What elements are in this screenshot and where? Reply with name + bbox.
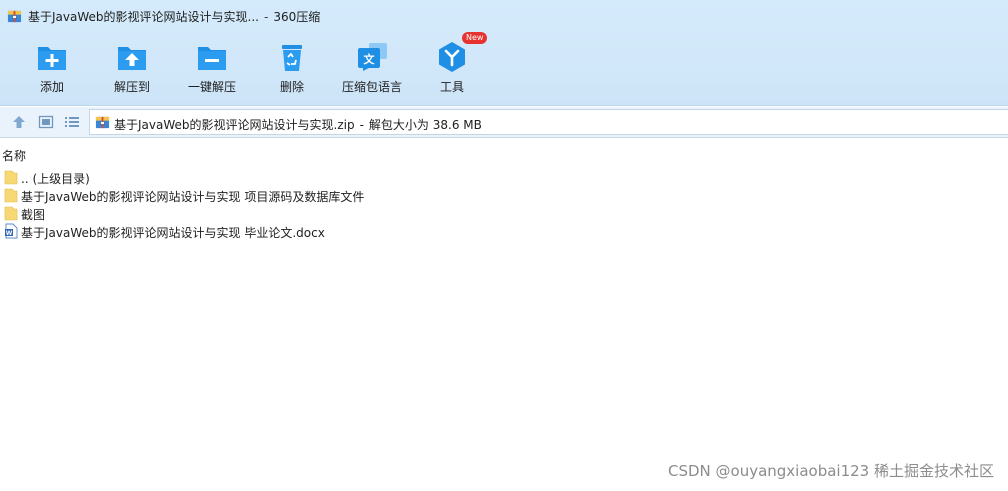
archive-language-label: 压缩包语言: [341, 80, 402, 94]
window-title: 基于JavaWeb的影视评论网站设计与实现... -360压缩: [28, 8, 320, 25]
archive-language-icon: 文: [358, 43, 387, 71]
list-item-folder[interactable]: 基于JavaWeb的影视评论网站设计与实现 项目源码及数据库文件: [0, 186, 1008, 204]
one-click-extract-label: 一键解压: [187, 80, 236, 94]
zip-archive-icon: [7, 10, 22, 23]
folder-icon: [4, 170, 18, 185]
file-name: 基于JavaWeb的影视评论网站设计与实现 毕业论文.docx: [21, 226, 325, 240]
tools-button[interactable]: New 工具: [412, 32, 492, 100]
zip-archive-icon: [95, 116, 110, 129]
window-chrome: 基于JavaWeb的影视评论网站设计与实现... -360压缩 添加 解压到 一…: [0, 0, 1008, 106]
delete-icon: [282, 45, 302, 71]
word-document-icon: W: [5, 223, 18, 239]
list-item-parent-directory[interactable]: .. (上级目录): [0, 168, 1008, 186]
new-badge: New: [462, 32, 488, 44]
unpacked-size: 解包大小为 38.6 MB: [368, 118, 482, 132]
main-toolbar: 添加 解压到 一键解压 删除 文 压缩包语言 New 工具: [0, 32, 1008, 102]
list-item-document[interactable]: W 基于JavaWeb的影视评论网站设计与实现 毕业论文.docx: [0, 222, 1008, 240]
archive-language-button[interactable]: 文 压缩包语言: [332, 34, 412, 100]
add-button[interactable]: 添加: [12, 34, 92, 100]
extract-to-label: 解压到: [113, 80, 150, 94]
thumbnail-view-icon[interactable]: [37, 113, 55, 131]
file-list: 名称 .. (上级目录) 基于JavaWeb的影视评论网站设计与实现 项目源码及…: [0, 139, 1008, 491]
tools-label: 工具: [439, 80, 464, 94]
file-name: 基于JavaWeb的影视评论网站设计与实现 项目源码及数据库文件: [21, 190, 365, 204]
extract-to-button[interactable]: 解压到: [92, 34, 172, 100]
folder-icon: [4, 206, 18, 221]
path-separator: -: [359, 118, 364, 132]
list-item-folder[interactable]: 截图: [0, 204, 1008, 222]
add-icon: [38, 47, 66, 70]
app-name: 360压缩: [273, 10, 321, 24]
svg-text:W: W: [6, 230, 13, 237]
title-separator: -: [263, 10, 269, 24]
archive-title: 基于JavaWeb的影视评论网站设计与实现...: [28, 10, 259, 24]
path-text: 基于JavaWeb的影视评论网站设计与实现.zip - 解包大小为 38.6 MB: [114, 116, 482, 133]
file-name: .. (上级目录): [21, 172, 90, 186]
tools-icon: [439, 42, 465, 72]
file-name: 截图: [21, 208, 46, 222]
one-click-extract-icon: [198, 47, 226, 70]
address-bar: 基于JavaWeb的影视评论网站设计与实现.zip - 解包大小为 38.6 MB: [0, 107, 1008, 138]
list-view-icon[interactable]: [63, 113, 81, 131]
folder-icon: [4, 188, 18, 203]
delete-label: 删除: [279, 80, 304, 94]
one-click-extract-button[interactable]: 一键解压: [172, 34, 252, 100]
titlebar: 基于JavaWeb的影视评论网站设计与实现... -360压缩: [0, 0, 1008, 32]
column-header-name[interactable]: 名称: [0, 147, 26, 163]
watermark: CSDN @ouyangxiaobai123 稀土掘金技术社区: [667, 462, 994, 480]
add-label: 添加: [39, 80, 64, 94]
delete-button[interactable]: 删除: [252, 34, 332, 100]
extract-to-icon: [118, 47, 146, 70]
archive-path: 基于JavaWeb的影视评论网站设计与实现.zip: [114, 118, 355, 132]
path-field[interactable]: 基于JavaWeb的影视评论网站设计与实现.zip - 解包大小为 38.6 MB: [89, 109, 1008, 135]
up-arrow-icon[interactable]: [10, 113, 28, 131]
svg-text:文: 文: [364, 52, 376, 66]
file-rows: .. (上级目录) 基于JavaWeb的影视评论网站设计与实现 项目源码及数据库…: [0, 168, 1008, 240]
